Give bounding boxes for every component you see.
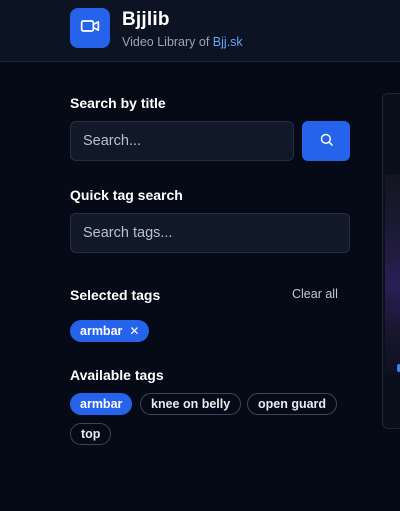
search-button[interactable] [302, 121, 350, 161]
app-logo[interactable] [70, 8, 110, 48]
available-tag-chip[interactable]: armbar [70, 393, 133, 415]
close-icon[interactable]: ✕ [129, 324, 139, 338]
available-tags-label: Available tags [70, 367, 164, 383]
video-thumbnail[interactable] [385, 174, 400, 374]
app-header: Bjjlib Video Library of Bjj.sk [0, 0, 400, 62]
search-input[interactable] [70, 121, 294, 161]
bjj-sk-link[interactable]: Bjj.sk [213, 35, 243, 49]
app-title: Bjjlib [122, 9, 170, 30]
tag-search-input[interactable] [70, 213, 350, 253]
available-tag-chip[interactable]: open guard [247, 393, 338, 415]
selected-tag-chip[interactable]: armbar ✕ [70, 320, 150, 342]
selected-tag-label: armbar [80, 324, 123, 338]
video-card[interactable] [382, 93, 400, 429]
search-title-label: Search by title [70, 95, 166, 111]
selected-tags-label: Selected tags [70, 287, 161, 303]
clear-all-button[interactable]: Clear all [292, 287, 338, 301]
subtitle-text: Video Library of [122, 35, 213, 49]
available-tag-chip[interactable]: top [70, 423, 112, 445]
video-camera-icon [80, 16, 100, 41]
search-icon [319, 132, 334, 150]
app-subtitle: Video Library of Bjj.sk [122, 35, 243, 49]
tag-search-label: Quick tag search [70, 187, 183, 203]
available-tag-chip[interactable]: knee on belly [140, 393, 242, 415]
